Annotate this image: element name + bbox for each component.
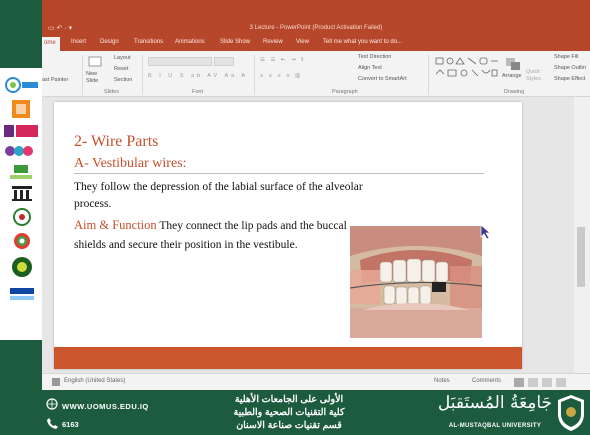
text-direction-button[interactable]: Text Direction (358, 54, 391, 60)
font-group-label: Font (192, 89, 204, 95)
phone-text: 6163 (62, 420, 79, 429)
unirank-logo (10, 288, 34, 300)
globe-icon (46, 398, 58, 410)
tab-slide-show[interactable]: Slide Show (220, 39, 250, 45)
reset-button[interactable]: Reset (114, 66, 128, 72)
drawing-group-label: Drawing (504, 89, 525, 95)
qs-logo (13, 208, 31, 226)
view-buttons[interactable] (514, 378, 590, 387)
banner-line-1: الأولى على الجامعات الأهلية (234, 394, 344, 405)
font-name-dropdown[interactable] (148, 57, 212, 66)
tab-transitions[interactable]: Transitions (134, 39, 163, 45)
ribbon-separator (142, 55, 143, 95)
tab-design[interactable]: Design (100, 39, 119, 45)
new-slide-button[interactable]: New Slide (86, 71, 108, 85)
ranking-logos-panel (0, 68, 44, 340)
tab-view[interactable]: View (296, 39, 309, 45)
alignment-buttons[interactable]: ≡ ≡ ≡ ≡ ▥ (260, 73, 302, 79)
new-slide-icon (88, 56, 102, 67)
slides-group-label: Slides (104, 89, 119, 95)
university-seal-icon (558, 395, 584, 431)
mouse-pointer-icon (480, 224, 491, 240)
greenmetric-logo (5, 146, 33, 156)
website-text: WWW.UOMUS.EDU.IQ (62, 402, 149, 411)
banner-line-3: قسم تقنيات صناعة الاسنان (236, 420, 342, 431)
rur-logo (5, 77, 38, 93)
slide[interactable]: 2- Wire Parts A- Vestibular wires: They … (54, 102, 522, 369)
ribbon-separator (82, 55, 83, 95)
shape-fill-button[interactable]: Shape Fill (554, 54, 578, 60)
arrange-icon (506, 58, 520, 70)
language-status[interactable]: English (United States) (64, 378, 125, 384)
quick-styles-button[interactable]: Quick Styles (526, 69, 546, 83)
font-format-buttons[interactable]: B I U S ab AV Aa A (148, 73, 248, 79)
vertical-scrollbar[interactable] (574, 97, 590, 373)
status-bar: English (United States) Notes Comments (42, 373, 590, 390)
gis-logo (12, 257, 32, 277)
ribbon-separator (428, 55, 429, 95)
slide-footer-bar (54, 347, 522, 369)
convert-smartart-button[interactable]: Convert to SmartArt (358, 76, 407, 82)
spell-check-icon[interactable] (52, 378, 60, 386)
aim-label: Aim & Function (74, 218, 157, 232)
shape-outline-button[interactable]: Shape Outlin (554, 65, 586, 71)
slide-body-text[interactable]: They follow the depression of the labial… (74, 179, 384, 212)
ribbon-separator (254, 55, 255, 95)
ribbon-tabs: ome Insert Design Transitions Animations… (42, 37, 590, 51)
university-name-arabic: جَامِعَةُ المُستَقبَل (437, 393, 553, 413)
dental-appliance-illustration (350, 226, 482, 338)
powerpoint-window: ▭ ↶ · ▾ 3 Lecture - PowerPoint (Product … (42, 0, 590, 390)
title-bar: ▭ ↶ · ▾ 3 Lecture - PowerPoint (Product … (42, 0, 590, 37)
tab-animations[interactable]: Animations (175, 39, 205, 45)
section-button[interactable]: Section (114, 77, 132, 83)
list-buttons[interactable]: ☰ ☰ ⇤ ⇥ ‖ (260, 57, 305, 63)
slide-title[interactable]: 2- Wire Parts (74, 133, 158, 151)
scrollbar-thumb[interactable] (577, 227, 585, 287)
banner-line-2: كلية التقنيات الصحية والطبية (233, 407, 345, 418)
ribbon: ast Painter New Slide Layout Reset Secti… (42, 51, 590, 97)
shapes-gallery[interactable] (434, 56, 500, 82)
window-title: 3 Lecture - PowerPoint (Product Activati… (249, 25, 383, 31)
tab-review[interactable]: Review (263, 39, 283, 45)
phone-icon (47, 418, 58, 429)
university-name-english: AL-MUSTAQBAL UNIVERSITY (448, 423, 542, 429)
tell-me-search[interactable]: Tell me what you want to do... (323, 39, 402, 45)
slide-subtitle[interactable]: A- Vestibular wires: (74, 156, 187, 172)
tab-insert[interactable]: Insert (71, 39, 86, 45)
font-size-dropdown[interactable] (214, 57, 234, 66)
sdg-logo (14, 233, 30, 249)
slide-aim-text[interactable]: Aim & Function They connect the lip pads… (74, 216, 374, 255)
notes-button[interactable]: Notes (434, 378, 450, 384)
institution-logo (12, 186, 32, 201)
format-painter-button[interactable]: ast Painter (42, 77, 68, 83)
dental-appliance-photo[interactable] (350, 226, 482, 338)
paragraph-group-label: Paragraph (332, 89, 358, 95)
the-impact-logo (4, 125, 38, 137)
comments-button[interactable]: Comments (472, 378, 501, 384)
ui-green-logo (10, 165, 32, 179)
arrange-button[interactable]: Arrange (502, 73, 522, 79)
slide-divider (74, 173, 484, 174)
tab-home[interactable]: ome (42, 37, 60, 51)
layout-button[interactable]: Layout (114, 55, 131, 61)
screen: ▭ ↶ · ▾ 3 Lecture - PowerPoint (Product … (0, 0, 590, 435)
shape-effects-button[interactable]: Shape Effect (554, 76, 585, 82)
slide-canvas: 2- Wire Parts A- Vestibular wires: They … (42, 97, 590, 373)
align-text-button[interactable]: Align Text (358, 65, 382, 71)
